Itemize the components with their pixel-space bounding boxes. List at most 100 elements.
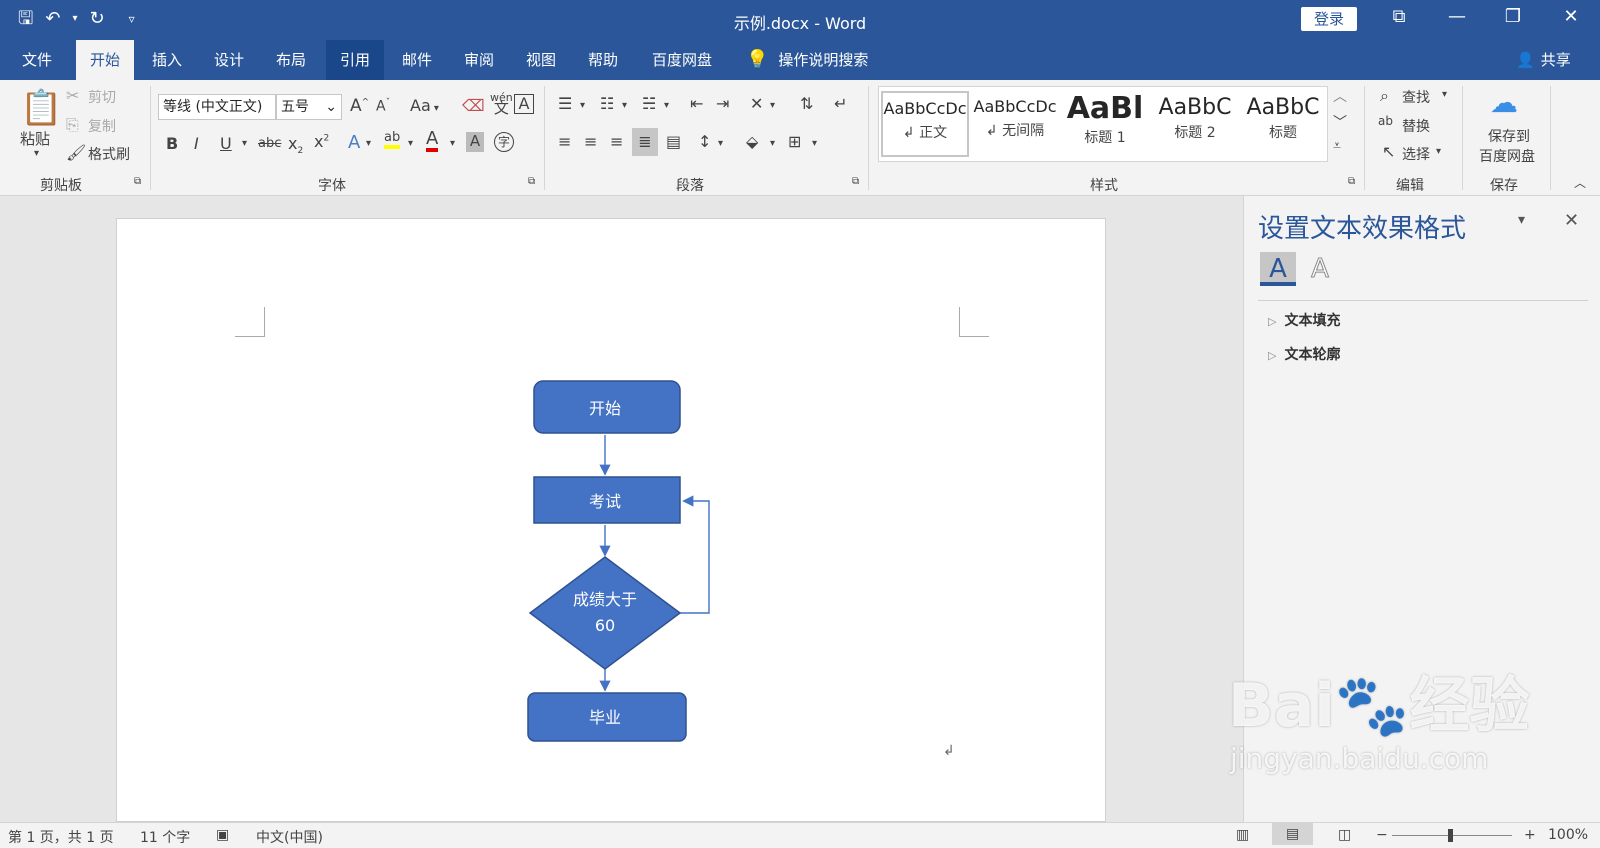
tab-file[interactable]: 文件	[8, 40, 66, 80]
justify-icon[interactable]: ≣	[632, 128, 658, 156]
numbering-dropdown-icon[interactable]: ▾	[622, 100, 627, 111]
style-heading-2[interactable]: AaBbC 标题 2	[1151, 91, 1239, 157]
strikethrough-icon[interactable]: abc	[258, 136, 281, 151]
tab-mailings[interactable]: 邮件	[388, 40, 446, 80]
font-family-select[interactable]: 等线 (中文正文)	[158, 94, 276, 120]
find-button[interactable]: 查找	[1402, 87, 1430, 107]
align-left-icon[interactable]: ≡	[558, 132, 571, 151]
style-heading-1[interactable]: AaBl 标题 1	[1061, 91, 1149, 157]
shading-dropdown-icon[interactable]: ▾	[770, 138, 775, 149]
increase-indent-icon[interactable]: ⇥	[716, 94, 729, 113]
clipboard-launcher-icon[interactable]: ⧉	[134, 176, 141, 187]
paragraph-launcher-icon[interactable]: ⧉	[852, 176, 859, 187]
phonetic-guide-icon[interactable]: wén 文	[490, 92, 513, 116]
tell-me-search[interactable]: 💡 操作说明搜索	[746, 40, 868, 80]
proofing-icon[interactable]: ▣	[216, 827, 229, 843]
text-outline-section[interactable]: ▷ 文本轮廓	[1268, 344, 1340, 364]
chinese-layout-dropdown-icon[interactable]: ▾	[770, 100, 775, 111]
tab-help[interactable]: 帮助	[574, 40, 632, 80]
replace-button[interactable]: 替换	[1402, 116, 1430, 136]
paste-button[interactable]: 粘贴	[20, 128, 50, 149]
style-no-spacing[interactable]: AaBbCcDc ↲ 无间隔	[971, 91, 1059, 157]
borders-dropdown-icon[interactable]: ▾	[812, 138, 817, 149]
zoom-slider-thumb[interactable]	[1448, 829, 1453, 842]
collapse-ribbon-icon[interactable]: ︿	[1574, 174, 1586, 191]
tab-design[interactable]: 设计	[200, 40, 258, 80]
document-area[interactable]: 开始 考试 成绩大于 60 毕业 ↲	[0, 196, 1242, 822]
line-spacing-dropdown-icon[interactable]: ▾	[718, 138, 723, 149]
save-to-baidu-line1[interactable]: 保存到	[1484, 126, 1534, 146]
styles-launcher-icon[interactable]: ⧉	[1348, 176, 1355, 187]
tab-layout[interactable]: 布局	[262, 40, 320, 80]
chinese-layout-icon[interactable]: ✕	[750, 94, 763, 113]
style-title[interactable]: AaBbC 标题	[1239, 91, 1327, 157]
bullets-icon[interactable]: ☰	[558, 94, 572, 113]
page-count[interactable]: 第 1 页，共 1 页	[8, 827, 114, 847]
find-dropdown-icon[interactable]: ▾	[1442, 89, 1447, 100]
tab-review[interactable]: 审阅	[450, 40, 508, 80]
font-launcher-icon[interactable]: ⧉	[528, 176, 535, 187]
document-page[interactable]: 开始 考试 成绩大于 60 毕业 ↲	[116, 218, 1106, 822]
tab-references[interactable]: 引用	[326, 40, 385, 80]
tab-view[interactable]: 视图	[512, 40, 570, 80]
zoom-out-icon[interactable]: −	[1376, 827, 1388, 843]
select-dropdown-icon[interactable]: ▾	[1436, 146, 1441, 157]
gallery-scroll-up-icon[interactable]: ︿	[1333, 86, 1347, 106]
show-marks-icon[interactable]: ↵	[834, 94, 847, 113]
save-to-baidu-line2[interactable]: 百度网盘	[1474, 146, 1540, 166]
share-button[interactable]: 👤 共享	[1516, 40, 1571, 80]
grow-font-icon[interactable]: A^	[350, 96, 369, 116]
format-painter-button[interactable]: 格式刷	[88, 144, 130, 164]
multilevel-list-icon[interactable]: ☵	[642, 94, 656, 113]
highlight-icon[interactable]: ab	[384, 130, 401, 149]
text-fill-outline-tab[interactable]: A	[1260, 252, 1296, 286]
restore-icon[interactable]: ❐	[1498, 6, 1528, 27]
character-shading-icon[interactable]: A	[466, 132, 484, 152]
text-effects-icon[interactable]: A	[348, 132, 360, 153]
font-size-select[interactable]: 五号 ⌄	[276, 94, 342, 120]
align-center-icon[interactable]: ≡	[584, 132, 597, 151]
multilevel-dropdown-icon[interactable]: ▾	[664, 100, 669, 111]
shrink-font-icon[interactable]: Aˇ	[376, 98, 390, 115]
close-icon[interactable]: ✕	[1556, 6, 1586, 27]
text-effects-tab[interactable]: A	[1302, 252, 1338, 286]
read-mode-icon[interactable]: ▥	[1236, 827, 1249, 843]
print-layout-icon[interactable]: ▤	[1272, 823, 1314, 845]
paste-icon[interactable]: 📋	[20, 88, 62, 128]
pane-close-icon[interactable]: ✕	[1564, 210, 1579, 231]
clear-formatting-icon[interactable]: ⌫	[462, 96, 485, 115]
gallery-scroll-down-icon[interactable]: ﹀	[1333, 112, 1347, 132]
borders-icon[interactable]: ⊞	[788, 132, 801, 151]
copy-button[interactable]: 复制	[88, 116, 116, 136]
tab-home[interactable]: 开始	[76, 40, 135, 80]
underline-icon[interactable]: U	[220, 134, 232, 153]
decision-diamond[interactable]	[528, 556, 682, 670]
style-normal[interactable]: AaBbCcDc ↲ 正文	[881, 91, 969, 157]
ribbon-display-options-icon[interactable]: ⧉	[1384, 6, 1414, 27]
language-indicator[interactable]: 中文(中国)	[256, 827, 323, 847]
bold-icon[interactable]: B	[166, 134, 178, 153]
shading-icon[interactable]: ⬙	[746, 132, 758, 151]
decrease-indent-icon[interactable]: ⇤	[690, 94, 703, 113]
paste-dropdown-icon[interactable]: ▾	[34, 148, 39, 159]
tab-baidu-netdisk[interactable]: 百度网盘	[638, 40, 726, 80]
baidu-netdisk-icon[interactable]: ☁	[1490, 86, 1518, 119]
highlight-dropdown-icon[interactable]: ▾	[408, 138, 413, 149]
italic-icon[interactable]: I	[194, 134, 199, 153]
zoom-in-icon[interactable]: +	[1524, 827, 1536, 843]
word-count[interactable]: 11 个字	[140, 827, 190, 847]
align-right-icon[interactable]: ≡	[610, 132, 623, 151]
select-button[interactable]: 选择	[1402, 144, 1430, 164]
cut-button[interactable]: 剪切	[88, 87, 116, 107]
minimize-icon[interactable]: —	[1442, 6, 1472, 27]
character-border-icon[interactable]: A	[514, 94, 534, 114]
underline-dropdown-icon[interactable]: ▾	[242, 138, 247, 149]
sort-icon[interactable]: ⇅	[800, 94, 813, 113]
pane-options-icon[interactable]: ▾	[1518, 212, 1525, 228]
font-color-dropdown-icon[interactable]: ▾	[450, 138, 455, 149]
numbering-icon[interactable]: ☷	[600, 94, 614, 113]
text-fill-section[interactable]: ▷ 文本填充	[1268, 310, 1340, 330]
bullets-dropdown-icon[interactable]: ▾	[580, 100, 585, 111]
login-button[interactable]: 登录	[1301, 7, 1357, 31]
web-layout-icon[interactable]: ◫	[1338, 827, 1351, 843]
